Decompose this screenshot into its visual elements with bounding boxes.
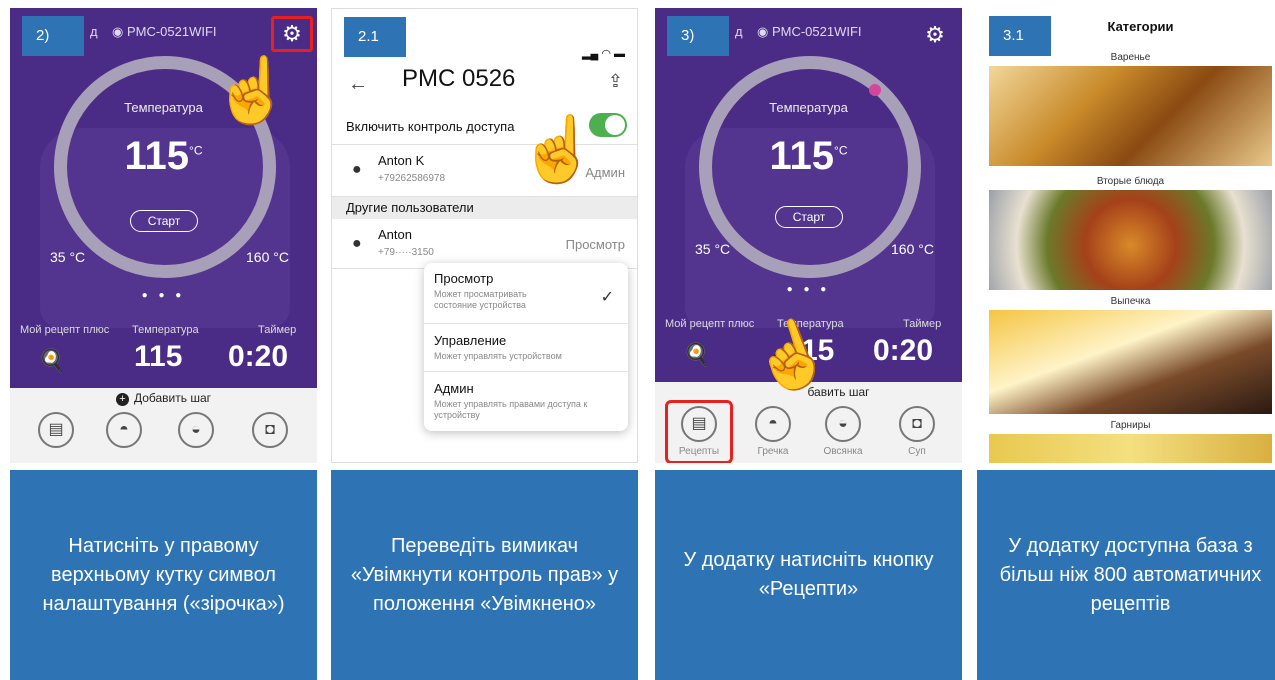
- temperature-label: Температура: [769, 100, 848, 115]
- oatmeal-dish-icon[interactable]: ◒: [178, 412, 214, 448]
- menu-item-title: Админ: [434, 381, 474, 396]
- back-arrow-icon[interactable]: ←: [348, 73, 368, 96]
- category-side-dishes-label[interactable]: Гарниры: [977, 420, 1275, 431]
- max-temperature: 160 °C: [246, 249, 289, 265]
- step-caption: Натисніть у правому верхньому кутку симв…: [10, 470, 317, 680]
- dial-handle[interactable]: [869, 84, 881, 96]
- recipes-book-icon[interactable]: ▤: [38, 412, 74, 448]
- category-main-dishes-image[interactable]: [989, 190, 1272, 290]
- owner-name: Anton K: [378, 153, 425, 168]
- soup-pot-icon[interactable]: ◘: [252, 412, 288, 448]
- device-name: ◉ PMC-0521WIFI: [757, 24, 862, 39]
- stat-temperature-label: Температура: [132, 324, 199, 336]
- soup-pot-icon[interactable]: ◘: [899, 406, 935, 442]
- min-temperature: 35 °C: [50, 249, 86, 265]
- start-button[interactable]: Старт: [130, 210, 198, 232]
- divider: [424, 323, 628, 324]
- recipes-button-highlight[interactable]: [665, 400, 733, 463]
- temperature-unit: °C: [189, 143, 203, 158]
- add-step-label: Добавить шаг: [133, 391, 212, 405]
- temperature-unit: °C: [834, 143, 848, 158]
- menu-item-admin[interactable]: Админ Может управлять правами доступа к …: [434, 381, 620, 421]
- role-dropdown-menu: Просмотр Может просматривать состояние у…: [424, 263, 628, 431]
- stat-timer-value[interactable]: 0:20: [873, 334, 933, 368]
- step-badge: 2): [22, 16, 84, 56]
- share-icon[interactable]: ⇪: [608, 71, 623, 92]
- category-main-dishes-label[interactable]: Вторые блюда: [977, 176, 1275, 187]
- max-temperature: 160 °C: [891, 241, 934, 257]
- user-role[interactable]: Просмотр: [566, 237, 625, 252]
- stat-recipe-label: Мой рецепт плюс: [665, 318, 755, 330]
- temperature-value: 115°C: [10, 134, 317, 179]
- temperature-number: 115: [124, 134, 190, 178]
- temperature-value: 115°C: [655, 134, 962, 179]
- category-baking-image[interactable]: [989, 310, 1272, 414]
- menu-item-desc: Может управлять устройством: [434, 351, 562, 361]
- pointing-hand-icon: ☝: [517, 113, 598, 185]
- buckwheat-dish-icon[interactable]: ◓: [106, 412, 142, 448]
- page-dots: ● ● ●: [786, 284, 831, 295]
- step-badge: 2.1: [344, 17, 406, 57]
- app-main-screen: 3) д ◉ PMC-0521WIFI ⚙ Температура 115°C …: [655, 8, 962, 463]
- access-settings-screen: 2.1 ▂▄ ◠ ▬ ← PMC 0526 ⇪ Включить контрол…: [331, 8, 638, 463]
- chef-hat-icon[interactable]: 🍳: [38, 348, 65, 374]
- panel-step-3: 3) д ◉ PMC-0521WIFI ⚙ Температура 115°C …: [655, 8, 962, 680]
- step-caption: У додатку натисніть кнопку «Рецепти»: [655, 470, 962, 680]
- menu-item-view[interactable]: Просмотр Может просматривать состояние у…: [434, 271, 620, 311]
- temperature-number: 115: [769, 134, 835, 178]
- step-badge: 3): [667, 16, 729, 56]
- menu-item-title: Управление: [434, 333, 507, 348]
- owner-phone: +79262586978: [378, 173, 446, 184]
- user-phone: +79·····3150: [378, 247, 434, 258]
- other-users-header: Другие пользователи: [332, 197, 637, 219]
- person-icon: ●: [352, 161, 362, 178]
- tab-buckwheat-label[interactable]: Гречка: [743, 446, 803, 457]
- app-main-screen: 2) д ◉ PMC-0521WIFI ⚙ Температура 115°C …: [10, 8, 317, 463]
- stat-temperature-value[interactable]: 115: [134, 340, 182, 374]
- person-icon: ●: [352, 235, 362, 252]
- access-control-label: Включить контроль доступа: [346, 119, 515, 134]
- category-baking-label[interactable]: Выпечка: [977, 296, 1275, 307]
- step-caption: Переведіть вимикач «Увімкнути контроль п…: [331, 470, 638, 680]
- menu-item-control[interactable]: Управление Может управлять устройством: [434, 333, 620, 362]
- category-jam-image[interactable]: [989, 66, 1272, 166]
- gear-icon[interactable]: ⚙: [271, 16, 313, 52]
- stat-timer-value[interactable]: 0:20: [228, 340, 288, 374]
- panel-step-2: 2) д ◉ PMC-0521WIFI ⚙ Температура 115°C …: [10, 8, 317, 680]
- category-side-dishes-image[interactable]: [989, 434, 1272, 463]
- menu-item-title: Просмотр: [434, 271, 494, 286]
- step-caption: У додатку доступна база з більш ніж 800 …: [977, 470, 1275, 680]
- bottom-bar: + Добавить шаг ▤ ◓ ◒ ◘: [10, 388, 317, 463]
- user-row[interactable]: ● Anton +79·····3150 Просмотр: [332, 219, 637, 269]
- divider: [424, 371, 628, 372]
- user-name: Anton: [378, 227, 412, 242]
- topbar-left-text: д: [735, 24, 743, 39]
- chef-hat-icon[interactable]: 🍳: [683, 342, 710, 368]
- gear-icon[interactable]: ⚙: [922, 22, 948, 48]
- page-dots: ● ● ●: [141, 290, 186, 301]
- pointing-hand-icon: ☝: [212, 54, 292, 126]
- device-name: ◉ PMC-0521WIFI: [112, 24, 217, 39]
- menu-item-desc: Может просматривать состояние устройства: [434, 289, 527, 310]
- topbar-left-text: д: [90, 24, 98, 39]
- status-bar-icons: ▂▄ ◠ ▬: [582, 48, 625, 60]
- categories-screen: 3.1 Категории Варенье Вторые блюда Выпеч…: [977, 8, 1275, 463]
- panel-step-2-1: 2.1 ▂▄ ◠ ▬ ← PMC 0526 ⇪ Включить контрол…: [331, 8, 638, 680]
- tab-soup-label[interactable]: Суп: [887, 446, 947, 457]
- start-button[interactable]: Старт: [775, 206, 843, 228]
- step-badge: 3.1: [989, 16, 1051, 56]
- min-temperature: 35 °C: [695, 241, 731, 257]
- plus-icon: +: [115, 393, 129, 406]
- menu-item-desc: Может управлять правами доступа к устрой…: [434, 399, 588, 420]
- tab-oatmeal-label[interactable]: Овсянка: [813, 446, 873, 457]
- stat-timer-label: Таймер: [903, 318, 942, 330]
- device-title: PMC 0526: [402, 65, 516, 92]
- buckwheat-dish-icon[interactable]: ◓: [755, 406, 791, 442]
- stat-recipe-label: Мой рецепт плюс: [20, 324, 110, 336]
- checkmark-icon: ✓: [600, 289, 614, 306]
- stat-timer-label: Таймер: [258, 324, 297, 336]
- add-step-button[interactable]: + Добавить шаг: [10, 391, 317, 406]
- panel-step-3-1: 3.1 Категории Варенье Вторые блюда Выпеч…: [977, 8, 1275, 680]
- oatmeal-dish-icon[interactable]: ◒: [825, 406, 861, 442]
